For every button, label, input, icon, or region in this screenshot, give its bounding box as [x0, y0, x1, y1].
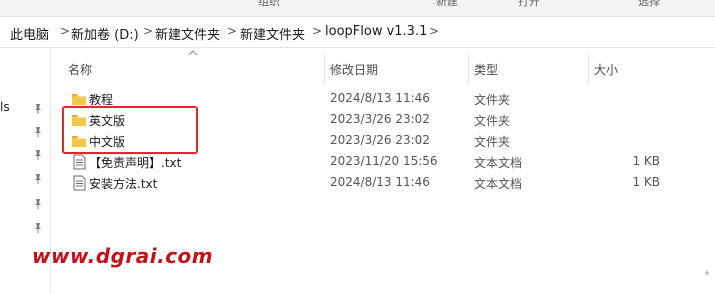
pin-icon[interactable]	[33, 173, 43, 185]
highlight-box	[62, 106, 198, 154]
pin-icon[interactable]	[33, 103, 43, 115]
breadcrumb-separator[interactable]: >	[429, 24, 439, 38]
column-divider[interactable]	[588, 54, 589, 84]
ribbon-select[interactable]: 选择	[638, 0, 660, 9]
scrollbar-corner-icon[interactable]	[704, 270, 710, 276]
watermark-text: www.dgrai.com	[32, 244, 214, 268]
column-header-name[interactable]: 名称	[68, 61, 92, 78]
column-header-size[interactable]: 大小	[594, 61, 618, 78]
file-size: 1 KB	[632, 175, 660, 189]
nav-item-fragment[interactable]: ls	[0, 100, 10, 114]
sort-ascending-icon	[188, 50, 198, 56]
column-divider[interactable]	[468, 54, 469, 84]
file-type: 文本文档	[474, 177, 523, 191]
pin-icon[interactable]	[33, 126, 43, 138]
breadcrumb-separator[interactable]: >	[227, 24, 237, 38]
file-type: 文件夹	[474, 135, 511, 149]
breadcrumb-folder-1[interactable]: 新建文件夹	[155, 24, 220, 43]
file-date: 2023/3/26 23:02	[330, 112, 430, 126]
breadcrumb-current[interactable]: loopFlow v1.3.1	[325, 24, 427, 39]
column-divider[interactable]	[324, 54, 325, 84]
file-name: 安装方法.txt	[89, 177, 158, 191]
ribbon-strip: 组织 新建 打开 选择	[0, 0, 715, 17]
file-type: 文件夹	[474, 114, 511, 128]
folder-icon	[72, 94, 86, 105]
ribbon-organize[interactable]: 组织	[258, 0, 280, 9]
file-row[interactable]: 安装方法.txt 2024/8/13 11:46 文本文档 1 KB	[62, 172, 662, 194]
file-row[interactable]: 【免责声明】.txt 2023/11/20 15:56 文本文档 1 KB	[62, 151, 662, 173]
pin-icon[interactable]	[33, 222, 43, 234]
pin-icon[interactable]	[33, 149, 43, 161]
file-date: 2024/8/13 11:46	[330, 91, 430, 105]
ribbon-new[interactable]: 新建	[436, 0, 458, 9]
breadcrumb-this-pc[interactable]: 此电脑	[10, 24, 49, 43]
ribbon-open[interactable]: 打开	[518, 0, 540, 9]
file-name: 【免责声明】.txt	[89, 156, 182, 170]
text-file-icon	[73, 154, 86, 170]
breadcrumb-separator[interactable]: >	[60, 24, 70, 38]
file-date: 2023/11/20 15:56	[330, 154, 438, 168]
file-type: 文件夹	[474, 93, 511, 107]
breadcrumb-separator[interactable]: >	[143, 24, 153, 38]
pin-icon[interactable]	[33, 198, 43, 210]
file-size: 1 KB	[632, 154, 660, 168]
file-date: 2023/3/26 23:02	[330, 133, 430, 147]
file-explorer-window: 组织 新建 打开 选择 此电脑 > 新加卷 (D:) > 新建文件夹 > 新建文…	[0, 0, 715, 294]
text-file-icon	[73, 175, 86, 191]
breadcrumb-drive[interactable]: 新加卷 (D:)	[71, 24, 139, 43]
file-date: 2024/8/13 11:46	[330, 175, 430, 189]
breadcrumb-folder-2[interactable]: 新建文件夹	[240, 24, 305, 43]
address-bar[interactable]: 此电脑 > 新加卷 (D:) > 新建文件夹 > 新建文件夹 > loopFlo…	[0, 17, 715, 48]
file-type: 文本文档	[474, 156, 523, 170]
column-header-date[interactable]: 修改日期	[330, 61, 378, 78]
breadcrumb-separator[interactable]: >	[312, 24, 322, 38]
column-header-type[interactable]: 类型	[474, 61, 498, 78]
